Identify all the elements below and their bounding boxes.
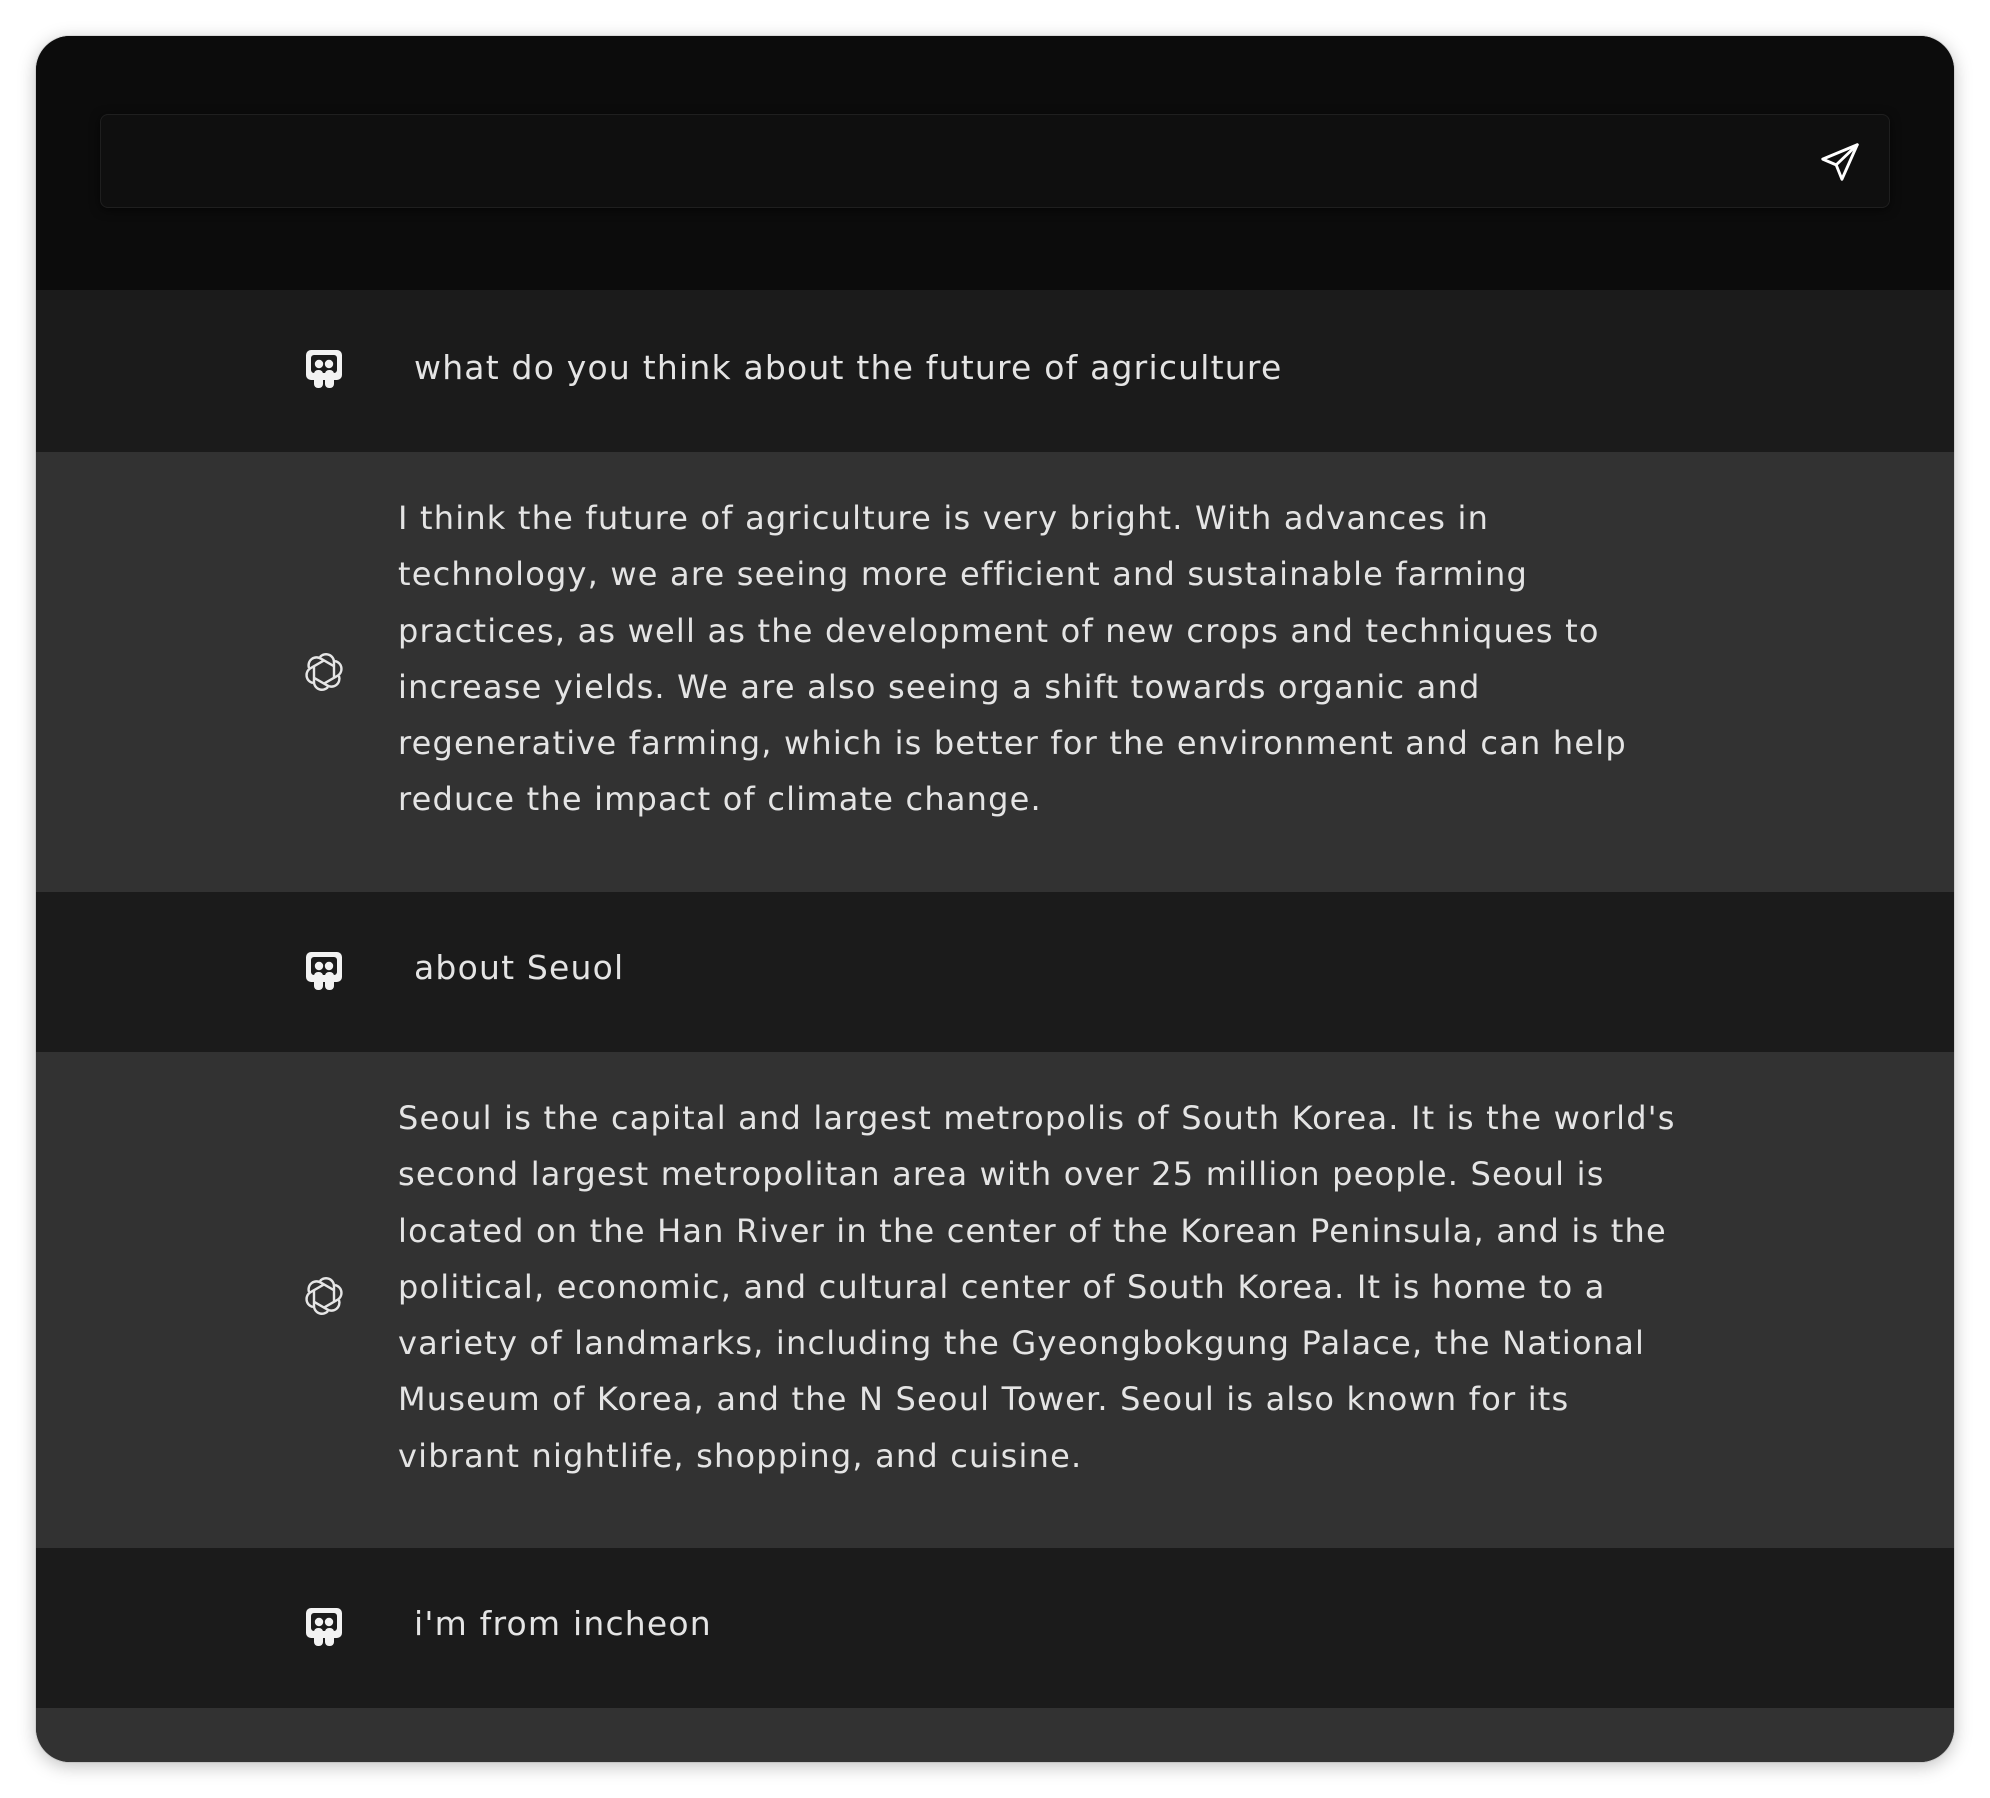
chat-window: what do you think about the future of ag…	[36, 36, 1954, 1762]
input-area	[36, 36, 1954, 290]
openai-logo-icon	[300, 648, 348, 696]
assistant-row-partial	[36, 1708, 1954, 1762]
message-text: about Seuol	[414, 948, 625, 987]
message-text: what do you think about the future of ag…	[414, 348, 1283, 387]
chat-message-user: i'm from incheon	[36, 1548, 1954, 1708]
send-paper-plane-icon	[1817, 139, 1863, 185]
user-avatar-icon	[300, 1604, 348, 1652]
user-avatar-icon	[300, 948, 348, 996]
prompt-input[interactable]	[125, 115, 1789, 209]
chat-message-user: about Seuol	[36, 892, 1954, 1052]
message-text: I think the future of agriculture is ver…	[398, 499, 1627, 819]
user-avatar-icon	[300, 346, 348, 394]
openai-logo-icon	[300, 1272, 348, 1320]
chat-message-assistant: Seoul is the capital and largest metropo…	[36, 1052, 1954, 1548]
prompt-input-box[interactable]	[100, 114, 1890, 209]
send-button[interactable]	[1817, 139, 1863, 185]
chat-message-assistant: I think the future of agriculture is ver…	[36, 452, 1954, 892]
chat-message-user: what do you think about the future of ag…	[36, 290, 1954, 452]
message-text: i'm from incheon	[414, 1604, 712, 1643]
message-text: Seoul is the capital and largest metropo…	[398, 1099, 1676, 1475]
